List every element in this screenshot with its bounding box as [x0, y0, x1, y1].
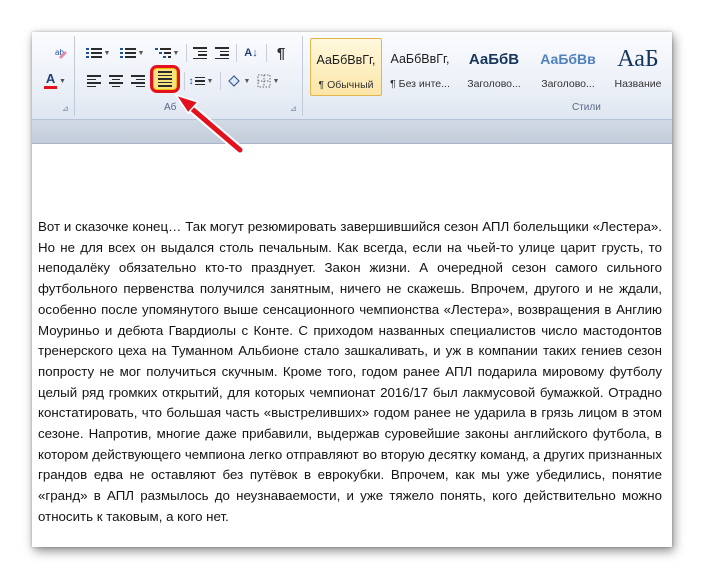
chevron-down-icon: ▼ [59, 77, 66, 85]
justify-button[interactable] [150, 65, 180, 93]
align-right-icon [131, 75, 145, 87]
font-color-icon: A [45, 71, 56, 86]
chevron-down-icon: ▼ [206, 77, 214, 85]
chevron-down-icon: ▼ [272, 77, 280, 85]
multilevel-list-icon [154, 48, 171, 58]
style-normal[interactable]: АаБбВвГг, ¶ Обычный [310, 38, 382, 96]
line-spacing-icon: ↕ [188, 75, 194, 87]
align-center-button[interactable] [106, 72, 126, 90]
clear-format-button[interactable]: ab [52, 44, 70, 62]
paint-bucket-icon [227, 75, 240, 89]
numbered-list-icon [119, 48, 136, 58]
word-window: ab A ▼ ▼ ▼ ▼ A↓ ¶ ↕ ▼ ▼ ▼ Аб ⊿ ⊿ АаБбВвГ… [32, 32, 672, 547]
align-left-button[interactable] [84, 72, 104, 90]
line-spacing-button[interactable]: ↕ ▼ [188, 72, 214, 90]
style-title[interactable]: АаБ Название [604, 38, 672, 96]
ribbon: ab A ▼ ▼ ▼ ▼ A↓ ¶ ↕ ▼ ▼ ▼ Аб ⊿ ⊿ АаБбВвГ… [32, 32, 672, 120]
multilevel-list-button[interactable]: ▼ [152, 44, 182, 62]
borders-button[interactable]: ▼ [254, 72, 282, 90]
numbering-button[interactable]: ▼ [118, 44, 146, 62]
decrease-indent-button[interactable] [190, 44, 210, 62]
shading-button[interactable]: ▼ [224, 72, 252, 90]
increase-indent-button[interactable] [212, 44, 232, 62]
chevron-down-icon: ▼ [103, 49, 111, 57]
styles-group-label: Стили [572, 102, 601, 113]
chevron-down-icon: ▼ [137, 49, 145, 57]
decrease-indent-icon [193, 47, 207, 59]
borders-icon [257, 74, 271, 88]
pilcrow-icon: ¶ [276, 44, 286, 62]
increase-indent-icon [215, 47, 229, 59]
style-heading-2[interactable]: АаБбВв Заголово... [532, 38, 604, 96]
clear-format-icon: ab [55, 48, 67, 59]
justify-icon [158, 71, 172, 87]
align-right-button[interactable] [128, 72, 148, 90]
show-formatting-button[interactable]: ¶ [272, 44, 290, 62]
font-dialog-launcher-icon[interactable]: ⊿ [62, 104, 69, 113]
document-page[interactable]: Вот и сказочке конец… Так могут резюмиро… [32, 144, 672, 547]
style-no-spacing[interactable]: АаБбВвГг, ¶ Без инте... [384, 38, 456, 96]
document-paragraph[interactable]: Вот и сказочке конец… Так могут резюмиро… [38, 217, 662, 528]
ruler-area [32, 120, 672, 144]
paragraph-group-label: Аб [164, 102, 177, 113]
style-heading-1[interactable]: АаБбВ Заголово... [458, 38, 530, 96]
chevron-down-icon: ▼ [243, 77, 251, 85]
font-color-button[interactable]: A ▼ [40, 72, 70, 90]
paragraph-dialog-launcher-icon[interactable]: ⊿ [290, 104, 297, 113]
sort-button[interactable]: A↓ [240, 44, 262, 62]
bullets-button[interactable]: ▼ [84, 44, 112, 62]
align-left-icon [87, 75, 101, 87]
chevron-down-icon: ▼ [172, 49, 180, 57]
bullet-list-icon [85, 48, 102, 58]
sort-icon: A↓ [244, 47, 258, 59]
align-center-icon [109, 75, 123, 87]
